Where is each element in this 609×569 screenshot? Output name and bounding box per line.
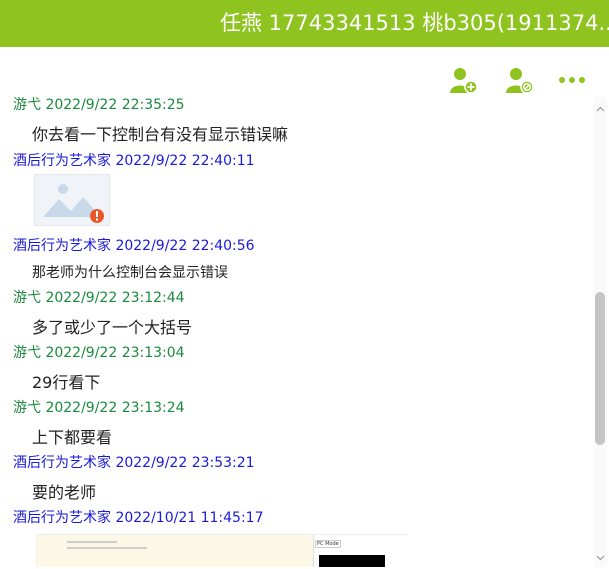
message-header: 酒后行为艺术家 2022/9/22 22:40:56 — [13, 235, 255, 255]
remove-user-icon[interactable] — [504, 65, 534, 95]
sender-name: 游弋 — [13, 400, 41, 416]
message-time: 2022/9/22 23:53:21 — [115, 455, 255, 471]
sender-name: 酒后行为艺术家 — [13, 455, 111, 471]
sender-name: 游弋 — [13, 290, 41, 306]
chat-title-bar: 任燕 17743341513 桃b305(1911374... — [0, 0, 609, 47]
chat-toolbar — [0, 47, 609, 97]
sender-name: 酒后行为艺术家 — [13, 153, 111, 169]
message-time: 2022/9/22 22:40:56 — [115, 238, 255, 254]
message-text: 要的老师 — [32, 483, 97, 502]
message-text: 那老师为什么控制台会显示错误 — [32, 265, 228, 281]
message-time: 2022/9/22 23:13:24 — [45, 400, 185, 416]
message-time: 2022/9/22 22:40:11 — [115, 153, 255, 169]
message-time: 2022/10/21 11:45:17 — [115, 510, 264, 526]
scrollbar-thumb[interactable] — [595, 292, 605, 445]
message-header: 游弋 2022/9/22 23:13:04 — [13, 342, 185, 362]
message-time: 2022/9/22 22:35:25 — [45, 97, 185, 113]
message-header: 酒后行为艺术家 2022/9/22 23:53:21 — [13, 452, 255, 472]
message-header: 游弋 2022/9/22 23:13:24 — [13, 397, 185, 417]
message-list[interactable]: 游弋 2022/9/22 22:35:25 你去看一下控制台有没有显示错误嘛 酒… — [0, 97, 596, 567]
sender-name: 酒后行为艺术家 — [13, 238, 111, 254]
message-header: 游弋 2022/9/22 23:12:44 — [13, 287, 185, 307]
message-header: 酒后行为艺术家 2022/9/22 22:40:11 — [13, 150, 255, 170]
message-text: 上下都要看 — [32, 428, 113, 447]
message-time: 2022/9/22 23:13:04 — [45, 345, 185, 361]
message-text: 你去看一下控制台有没有显示错误嘛 — [32, 125, 289, 144]
image-placeholder-icon — [43, 184, 104, 223]
message-header: 游弋 2022/9/22 22:35:25 — [13, 97, 185, 114]
message-time: 2022/9/22 23:12:44 — [45, 290, 185, 306]
sender-name: 游弋 — [13, 345, 41, 361]
add-user-icon[interactable] — [448, 65, 478, 95]
scroll-down-icon[interactable] — [594, 552, 607, 564]
screenshot-caption: PC Mode — [315, 540, 341, 548]
sender-name: 酒后行为艺术家 — [13, 510, 111, 526]
chat-title: 任燕 17743341513 桃b305(1911374... — [220, 11, 609, 35]
more-icon[interactable] — [557, 65, 587, 95]
message-text: 29行看下 — [32, 373, 101, 392]
broken-image[interactable] — [34, 174, 110, 226]
screenshot-image[interactable]: PC Mode — [36, 534, 408, 567]
message-text: 多了或少了一个大括号 — [32, 318, 193, 337]
message-header: 酒后行为艺术家 2022/10/21 11:45:17 — [13, 507, 263, 527]
scroll-up-icon[interactable] — [594, 103, 607, 115]
sender-name: 游弋 — [13, 97, 41, 113]
